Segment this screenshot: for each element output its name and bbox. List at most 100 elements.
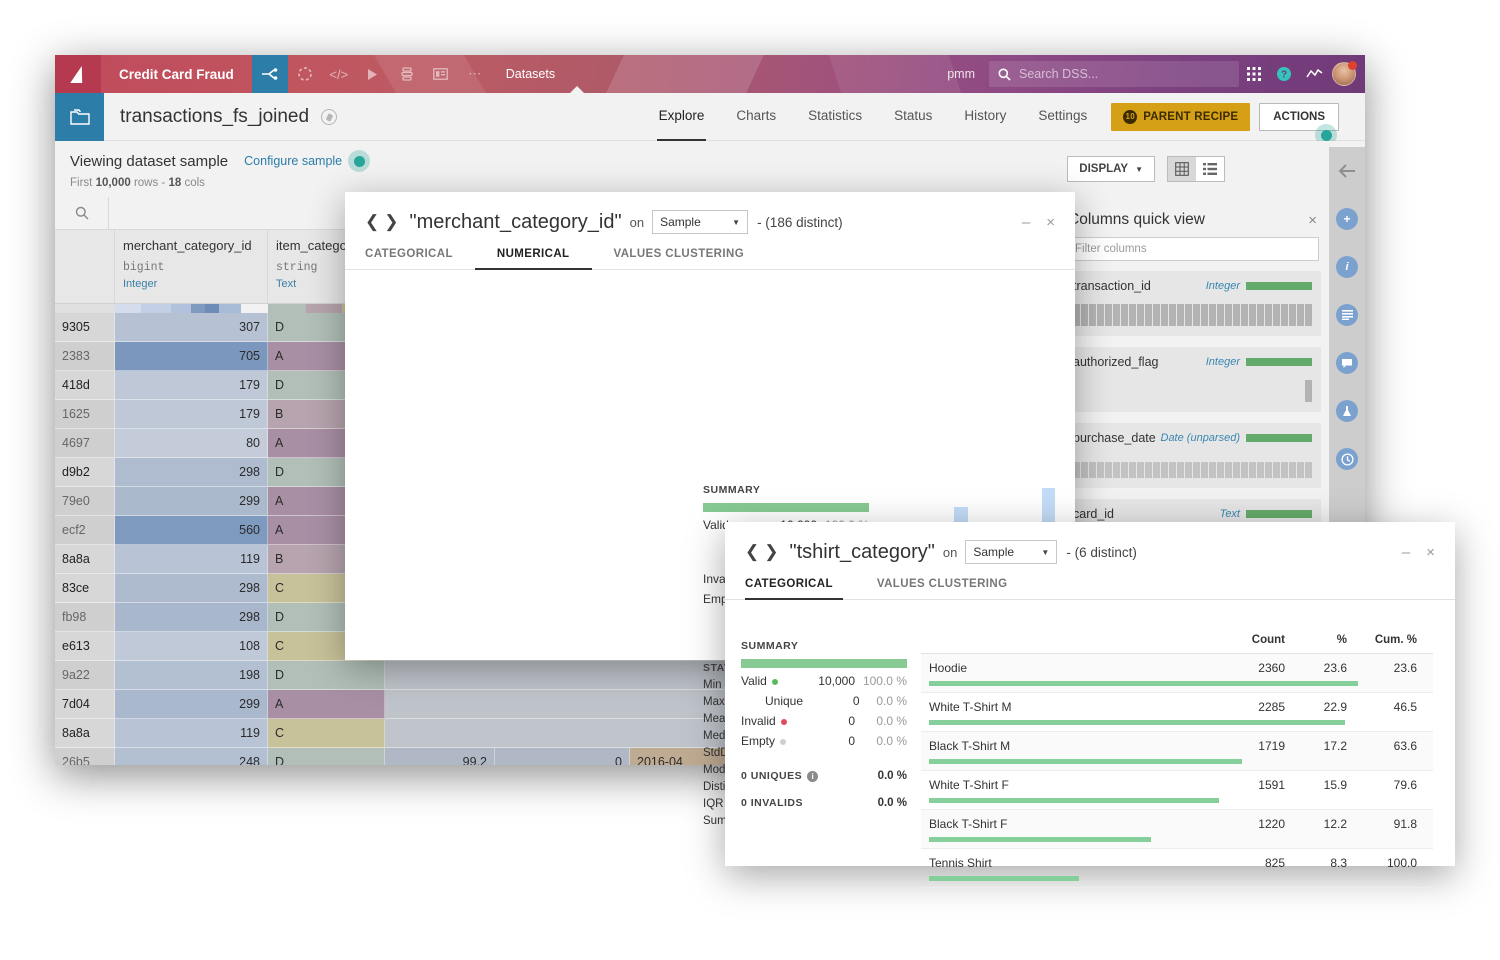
close-icon[interactable]: × bbox=[1426, 544, 1435, 561]
cell-id: 83ce bbox=[55, 574, 115, 603]
chevron-down-icon: ▼ bbox=[1135, 164, 1143, 174]
filter-columns-input[interactable]: Filter columns bbox=[1066, 237, 1319, 261]
minimize-icon[interactable]: – bbox=[1022, 214, 1030, 231]
th-cum: Cum. % bbox=[1374, 634, 1417, 646]
dashboard-icon[interactable] bbox=[424, 55, 458, 93]
search-placeholder: Search DSS... bbox=[1019, 67, 1099, 81]
status-dot bbox=[780, 738, 787, 745]
user-initials[interactable]: pmm bbox=[933, 67, 989, 81]
category-bar bbox=[929, 798, 1219, 803]
close-icon[interactable]: × bbox=[1308, 212, 1317, 229]
list-item[interactable]: authorized_flag Integer bbox=[1064, 347, 1321, 412]
nav-link-datasets[interactable]: Datasets bbox=[492, 67, 569, 81]
invalids-pct: 0.0 % bbox=[877, 797, 907, 809]
previous-column-icon[interactable]: ❮ bbox=[365, 212, 379, 232]
list-view-icon[interactable] bbox=[1196, 157, 1224, 181]
code-icon[interactable]: </> bbox=[322, 55, 356, 93]
jobs-icon[interactable] bbox=[390, 55, 424, 93]
dataiku-logo[interactable] bbox=[55, 55, 101, 93]
summary-title: SUMMARY bbox=[741, 640, 799, 652]
sample-select[interactable]: Sample ▼ bbox=[652, 210, 749, 234]
cell-merchant-category-id: 179 bbox=[115, 371, 268, 400]
help-icon[interactable]: ? bbox=[1269, 55, 1299, 93]
table-row[interactable]: White T-Shirt M 2285 22.9 46.5 bbox=[921, 693, 1433, 732]
distinct-count: - (186 distinct) bbox=[757, 214, 843, 230]
tab-values-clustering[interactable]: VALUES CLUSTERING bbox=[855, 578, 1030, 599]
grid-view-icon[interactable] bbox=[1168, 157, 1196, 181]
cell-merchant-category-id: 108 bbox=[115, 632, 268, 661]
more-icon[interactable]: ⋯ bbox=[458, 55, 492, 93]
display-button[interactable]: DISPLAY ▼ bbox=[1067, 156, 1155, 182]
category-pct: 22.9 bbox=[1323, 700, 1347, 714]
cell-merchant-category-id: 119 bbox=[115, 545, 268, 574]
grid-header-id[interactable] bbox=[55, 230, 115, 303]
chevron-down-icon: ▼ bbox=[1041, 547, 1050, 557]
category-pct: 23.6 bbox=[1323, 661, 1347, 675]
dataset-status-icon[interactable] bbox=[321, 108, 338, 125]
lab-icon[interactable] bbox=[1329, 387, 1365, 435]
loop-icon[interactable] bbox=[288, 55, 322, 93]
search-input[interactable]: Search DSS... bbox=[989, 61, 1239, 87]
column-name: transaction_id bbox=[1073, 279, 1151, 293]
categorical-summary-block: SUMMARY Valid 10,000 100.0 % Unique 0 0.0 % In… bbox=[741, 640, 907, 809]
apps-grid-icon[interactable] bbox=[1239, 55, 1269, 93]
grid-header-merchant-category-id[interactable]: merchant_category_id bigint Integer bbox=[115, 230, 268, 303]
tab-values-clustering[interactable]: VALUES CLUSTERING bbox=[592, 248, 767, 269]
category-label: White T-Shirt F bbox=[929, 778, 1009, 792]
project-name[interactable]: Credit Card Fraud bbox=[101, 67, 252, 82]
table-row[interactable]: Hoodie 2360 23.6 23.6 bbox=[921, 654, 1433, 693]
column-sparkline bbox=[1073, 452, 1312, 478]
activity-icon[interactable] bbox=[1299, 55, 1329, 93]
next-column-icon[interactable]: ❯ bbox=[384, 212, 398, 232]
parent-recipe-button[interactable]: 10 PARENT RECIPE bbox=[1111, 102, 1251, 131]
info-icon[interactable]: i bbox=[1329, 243, 1365, 291]
flow-icon[interactable] bbox=[251, 55, 288, 93]
info-icon[interactable]: i bbox=[807, 770, 819, 782]
tab-history[interactable]: History bbox=[948, 93, 1022, 141]
cols-count: 18 bbox=[168, 177, 182, 189]
search-icon bbox=[75, 206, 88, 220]
next-column-icon[interactable]: ❯ bbox=[764, 542, 778, 562]
parent-recipe-label: PARENT RECIPE bbox=[1143, 110, 1239, 123]
sample-select[interactable]: Sample ▼ bbox=[965, 540, 1058, 564]
summary-label: Valid bbox=[741, 674, 793, 688]
grid-search-button[interactable] bbox=[55, 197, 109, 229]
play-icon[interactable] bbox=[356, 55, 390, 93]
category-count: 2360 bbox=[1258, 661, 1285, 675]
cols-word: cols bbox=[184, 177, 205, 189]
previous-column-icon[interactable]: ❮ bbox=[745, 542, 759, 562]
minimize-icon[interactable]: – bbox=[1402, 544, 1410, 561]
tab-status[interactable]: Status bbox=[878, 93, 948, 141]
cell-merchant-category-id: 299 bbox=[115, 487, 268, 516]
tab-settings[interactable]: Settings bbox=[1022, 93, 1103, 141]
back-arrow-icon[interactable] bbox=[1329, 147, 1365, 195]
tab-statistics[interactable]: Statistics bbox=[792, 93, 878, 141]
tab-numerical[interactable]: NUMERICAL bbox=[474, 248, 592, 270]
uniques-label: 0 UNIQUES bbox=[741, 770, 803, 782]
table-row[interactable]: Black T-Shirt M 1719 17.2 63.6 bbox=[921, 732, 1433, 771]
summary-row: Empty 0 0.0 % bbox=[741, 734, 907, 748]
view-toggle[interactable] bbox=[1167, 156, 1225, 182]
table-row[interactable]: Black T-Shirt F 1220 12.2 91.8 bbox=[921, 810, 1433, 849]
table-row[interactable]: White T-Shirt F 1591 15.9 79.6 bbox=[921, 771, 1433, 810]
comment-icon[interactable] bbox=[1329, 339, 1365, 387]
cell-flag: 0 bbox=[495, 748, 630, 765]
add-icon[interactable]: + bbox=[1329, 195, 1365, 243]
category-label: Black T-Shirt F bbox=[929, 817, 1008, 831]
tab-explore[interactable]: Explore bbox=[643, 93, 721, 141]
configure-sample-link[interactable]: Configure sample bbox=[244, 154, 342, 168]
list-item[interactable]: transaction_id Integer bbox=[1064, 271, 1321, 336]
table-row[interactable]: Tennis Shirt 825 8.3 100.0 bbox=[921, 849, 1433, 888]
sample-select-value: Sample bbox=[660, 215, 701, 229]
tab-charts[interactable]: Charts bbox=[720, 93, 792, 141]
notes-icon[interactable] bbox=[1329, 291, 1365, 339]
close-icon[interactable]: × bbox=[1046, 214, 1055, 231]
numerical-modal-tabs: CATEGORICAL NUMERICAL VALUES CLUSTERING bbox=[345, 248, 1075, 270]
tab-categorical[interactable]: CATEGORICAL bbox=[745, 578, 855, 600]
column-type: Integer bbox=[1205, 356, 1240, 368]
summary-label: Empty bbox=[741, 734, 793, 748]
modal-on-label: on bbox=[629, 214, 645, 230]
tab-categorical[interactable]: CATEGORICAL bbox=[365, 248, 475, 269]
summary-rows: Valid 10,000 100.0 % Unique 0 0.0 % Invalid 0 0.… bbox=[741, 674, 907, 748]
summary-pct: 100.0 % bbox=[862, 674, 907, 688]
